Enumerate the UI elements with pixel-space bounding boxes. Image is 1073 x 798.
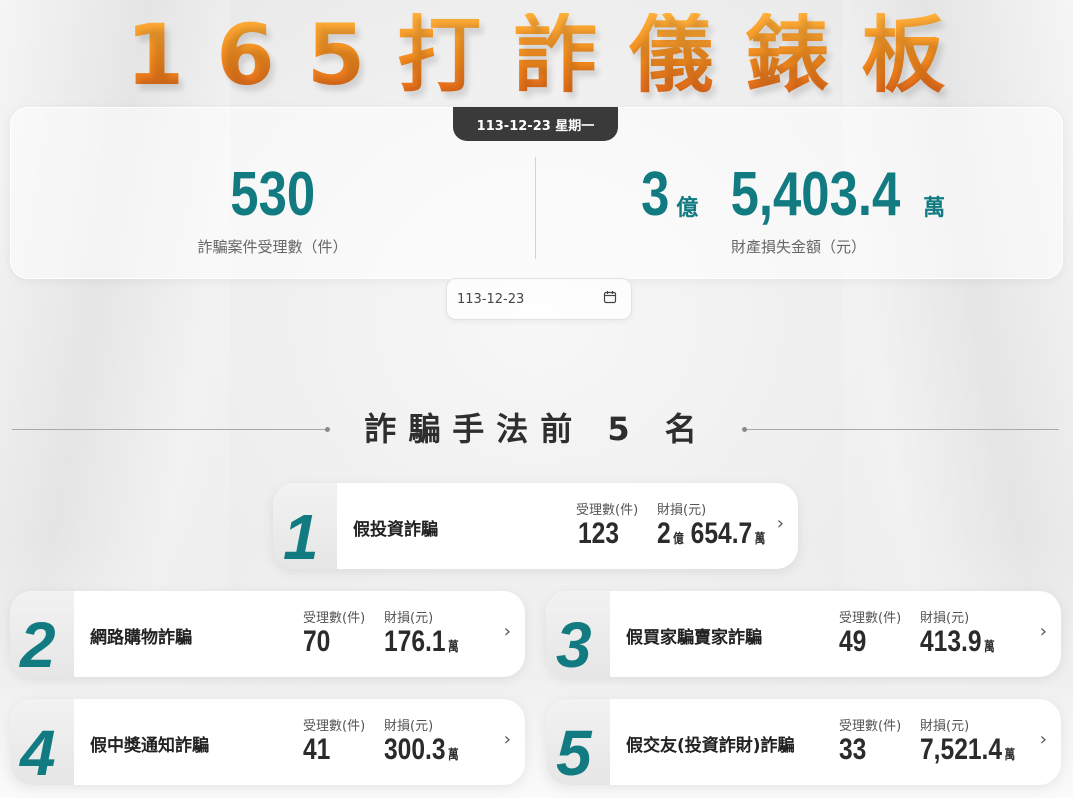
- cases-header: 受理數(件): [839, 611, 902, 626]
- section-title: 詐騙手法前 5 名: [364, 410, 709, 448]
- rank-number: 3: [556, 609, 592, 677]
- loss-stat: 3 億 5,403.4 萬 財產損失金額（元）: [536, 150, 1061, 257]
- loss-wan: 176.1: [384, 625, 446, 658]
- title-char: 錶: [745, 6, 832, 104]
- cases-header: 受理數(件): [303, 611, 366, 626]
- cases-header: 受理數(件): [839, 719, 902, 734]
- loss-value: 7,521.4 萬: [920, 733, 1015, 767]
- cases-value: 41: [303, 733, 331, 766]
- fraud-card-3[interactable]: 3 假買家騙賣家詐騙 受理數(件) 財損(元) 49 413.9 萬 ›: [546, 591, 1061, 677]
- date-picker-input[interactable]: 113-12-23: [446, 278, 632, 320]
- loss-wan-value: 5,403.4: [730, 160, 901, 229]
- loss-yi-unit: 億: [673, 531, 684, 546]
- loss-wan-unit: 萬: [923, 196, 946, 221]
- loss-wan: 300.3: [384, 733, 446, 766]
- chevron-right-icon[interactable]: ›: [1040, 621, 1047, 642]
- loss-header: 財損(元): [384, 611, 434, 626]
- loss-value: 2億 654.7 萬: [657, 517, 765, 551]
- dashboard-title: 1 6 5 打 詐 儀 錶 板: [0, 0, 1073, 110]
- loss-wan-unit: 萬: [448, 639, 459, 654]
- cases-value: 530: [230, 160, 315, 229]
- title-char: 打: [397, 6, 484, 104]
- loss-header: 財損(元): [920, 611, 970, 626]
- date-badge: 113-12-23 星期一: [453, 107, 618, 141]
- loss-value: 300.3 萬: [384, 733, 459, 767]
- fraud-card-2[interactable]: 2 網路購物詐騙 受理數(件) 財損(元) 70 176.1 萬 ›: [10, 591, 525, 677]
- title-char: 6: [216, 6, 277, 104]
- loss-wan-unit: 萬: [1004, 747, 1016, 762]
- title-char: 5: [306, 6, 368, 104]
- loss-wan: 654.7: [690, 517, 753, 550]
- loss-header: 財損(元): [920, 719, 970, 734]
- cases-value: 70: [303, 625, 331, 658]
- title-char: 板: [861, 6, 948, 104]
- loss-yi: 2: [657, 517, 671, 550]
- chevron-right-icon[interactable]: ›: [1040, 729, 1047, 750]
- section-rule-right: [742, 427, 1059, 432]
- cases-header: 受理數(件): [576, 503, 639, 518]
- fraud-type-name: 假買家騙賣家詐騙: [626, 628, 762, 648]
- loss-wan-unit: 萬: [448, 747, 459, 762]
- fraud-type-name: 網路購物詐騙: [90, 628, 192, 648]
- chevron-right-icon[interactable]: ›: [504, 729, 511, 750]
- cases-value: 33: [839, 733, 867, 766]
- loss-wan-unit: 萬: [754, 531, 766, 546]
- fraud-type-name: 假投資詐騙: [353, 520, 438, 540]
- rank-number: 1: [283, 501, 319, 569]
- fraud-card-1[interactable]: 1 假投資詐騙 受理數(件) 財損(元) 123 2億 654.7 萬 ›: [273, 483, 798, 569]
- fraud-type-name: 假中獎通知詐騙: [90, 736, 209, 756]
- cases-header: 受理數(件): [303, 719, 366, 734]
- fraud-type-name: 假交友(投資詐財)詐騙: [626, 736, 795, 756]
- loss-wan-unit: 萬: [984, 639, 995, 654]
- chevron-right-icon[interactable]: ›: [504, 621, 511, 642]
- fraud-card-4[interactable]: 4 假中獎通知詐騙 受理數(件) 財損(元) 41 300.3 萬 ›: [10, 699, 525, 785]
- loss-wan: 7,521.4: [920, 733, 1003, 766]
- title-char: 詐: [513, 6, 600, 104]
- calendar-icon[interactable]: [603, 290, 617, 308]
- cases-value: 123: [578, 517, 620, 550]
- cases-stat: 530 詐騙案件受理數（件）: [10, 150, 535, 257]
- cases-value: 49: [839, 625, 867, 658]
- loss-header: 財損(元): [657, 503, 707, 518]
- rank-number: 2: [20, 609, 56, 677]
- title-char: 1: [125, 6, 187, 104]
- chevron-right-icon[interactable]: ›: [777, 513, 784, 534]
- rank-number: 4: [20, 717, 56, 785]
- title-char: 儀: [629, 6, 716, 104]
- loss-header: 財損(元): [384, 719, 434, 734]
- fraud-card-5[interactable]: 5 假交友(投資詐財)詐騙 受理數(件) 財損(元) 33 7,521.4 萬 ›: [546, 699, 1061, 785]
- loss-wan: 413.9: [920, 625, 982, 658]
- date-input-value: 113-12-23: [457, 291, 525, 307]
- rank-number: 5: [556, 717, 592, 785]
- loss-yi-value: 3: [640, 160, 670, 229]
- loss-value: 413.9 萬: [920, 625, 995, 659]
- loss-value: 176.1 萬: [384, 625, 459, 659]
- loss-yi-unit: 億: [676, 196, 699, 221]
